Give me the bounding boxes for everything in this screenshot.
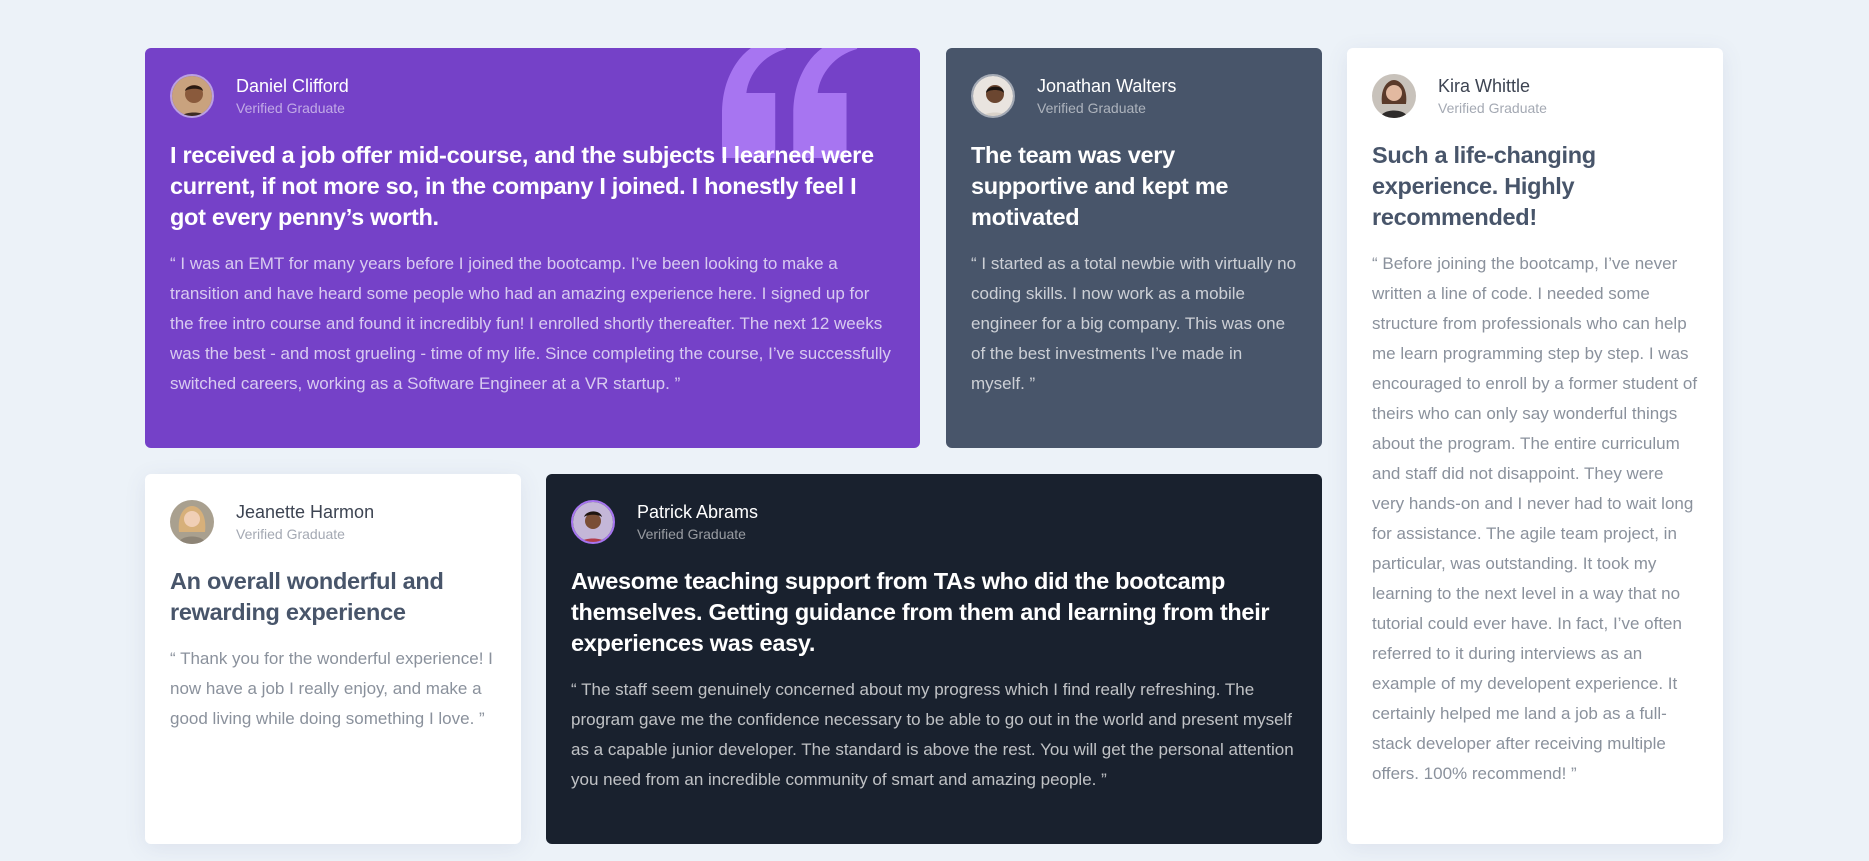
- author-name: Jonathan Walters: [1037, 76, 1177, 96]
- avatar: [971, 74, 1015, 118]
- testimonial-card-jeanette-harmon: Jeanette Harmon Verified Graduate An ove…: [145, 474, 521, 844]
- avatar: [170, 74, 214, 118]
- testimonial-card-kira-whittle: Kira Whittle Verified Graduate Such a li…: [1347, 48, 1723, 844]
- author-block: Daniel Clifford Verified Graduate: [170, 74, 895, 118]
- testimonial-headline: The team was very supportive and kept me…: [971, 142, 1229, 230]
- testimonial-card-daniel-clifford: Daniel Clifford Verified Graduate I rece…: [145, 48, 920, 448]
- author-role: Verified Graduate: [236, 526, 345, 542]
- author-name: Patrick Abrams: [637, 502, 759, 522]
- author-block: Patrick Abrams Verified Graduate: [571, 500, 1297, 544]
- testimonial-card-patrick-abrams: Patrick Abrams Verified Graduate Awesome…: [546, 474, 1322, 844]
- testimonial-quote: “ I was an EMT for many years before I j…: [170, 254, 891, 393]
- author-block: Jonathan Walters Verified Graduate: [971, 74, 1297, 118]
- avatar: [170, 500, 214, 544]
- testimonial-headline: An overall wonderful and rewarding exper…: [170, 568, 444, 625]
- author-name: Daniel Clifford: [236, 76, 349, 96]
- testimonial-headline: I received a job offer mid-course, and t…: [170, 142, 874, 230]
- avatar: [571, 500, 615, 544]
- author-name: Kira Whittle: [1438, 76, 1531, 96]
- testimonial-quote: “ Before joining the bootcamp, I’ve neve…: [1372, 254, 1698, 783]
- author-block: Kira Whittle Verified Graduate: [1372, 74, 1698, 118]
- author-name: Jeanette Harmon: [236, 502, 375, 522]
- testimonial-quote: “ Thank you for the wonderful experience…: [170, 649, 493, 728]
- author-role: Verified Graduate: [236, 100, 345, 116]
- author-role: Verified Graduate: [1438, 100, 1547, 116]
- avatar: [1372, 74, 1416, 118]
- testimonial-quote: “ I started as a total newbie with virtu…: [971, 254, 1297, 393]
- testimonial-card-jonathan-walters: Jonathan Walters Verified Graduate The t…: [946, 48, 1322, 448]
- author-role: Verified Graduate: [1037, 100, 1146, 116]
- testimonial-quote: “ The staff seem genuinely concerned abo…: [571, 680, 1294, 789]
- author-role: Verified Graduate: [637, 526, 746, 542]
- author-block: Jeanette Harmon Verified Graduate: [170, 500, 496, 544]
- testimonial-headline: Such a life-changing experience. Highly …: [1372, 142, 1596, 230]
- testimonial-headline: Awesome teaching support from TAs who di…: [571, 568, 1270, 656]
